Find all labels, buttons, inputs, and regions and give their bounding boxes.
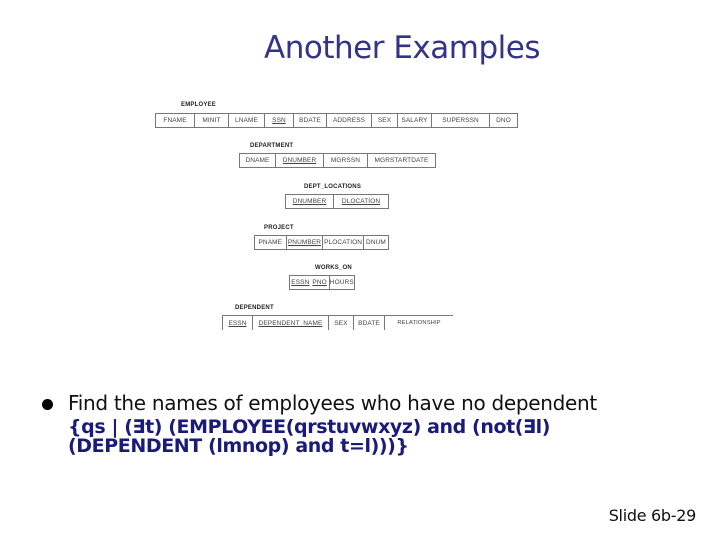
- attribute-dependent-name: DEPENDENT_NAME: [253, 316, 329, 330]
- attribute-bdate: BDATE: [294, 114, 327, 127]
- relation-table-employee: FNAME MINIT LNAME SSN BDATE ADDRESS SEX …: [155, 113, 518, 128]
- attribute-dno: DNO: [496, 117, 511, 124]
- relation-table-dependent: ESSN DEPENDENT_NAME SEX BDATE RELATIONSH…: [222, 315, 453, 330]
- attribute-bdate: BDATE: [354, 316, 385, 330]
- relation-name-project: PROJECT: [264, 225, 294, 231]
- tuple-calculus-formula: {qs | (∃t) (EMPLOYEE(qrstuvwxyz) and (no…: [68, 418, 550, 456]
- attribute-essn: ESSN: [223, 316, 253, 330]
- attribute-relationship: RELATIONSHIP: [397, 320, 441, 326]
- attribute-sex: SEX: [372, 114, 398, 127]
- attribute-dnumber: DNUMBER: [276, 154, 324, 167]
- relation-table-project: PNAME PNUMBER PLOCATION DNUM: [254, 235, 389, 250]
- bullet-text: Find the names of employees who have no …: [68, 391, 597, 415]
- slide-title: Another Examples: [264, 30, 540, 66]
- attribute-dnumber: DNUMBER: [286, 195, 334, 208]
- attribute-sex: SEX: [329, 316, 354, 330]
- attribute-minit: MINIT: [195, 114, 229, 127]
- attribute-fname: FNAME: [156, 114, 195, 127]
- attribute-pnumber: PNUMBER: [287, 236, 324, 249]
- slide-number: Slide 6b-29: [608, 506, 697, 525]
- relation-name-dept-locations: DEPT_LOCATIONS: [304, 184, 362, 190]
- attribute-pname: PNAME: [255, 236, 287, 249]
- relation-table-works-on: ESSN PNO HOURS: [289, 275, 355, 290]
- attribute-hours: HOURS: [329, 279, 354, 286]
- attribute-dlocation: DLOCATION: [341, 198, 381, 205]
- attribute-lname: LNAME: [229, 114, 265, 127]
- attribute-mgrstartdate: MGRSTARTDATE: [374, 157, 429, 164]
- attribute-superssn: SUPERSSN: [432, 114, 490, 127]
- relation-name-department: DEPARTMENT: [250, 143, 294, 149]
- attribute-essn: ESSN: [291, 279, 310, 286]
- attribute-mgrssn: MGRSSN: [324, 154, 368, 167]
- bullet-icon: [42, 399, 53, 410]
- attribute-ssn: SSN: [265, 114, 294, 127]
- attribute-dname: DNAME: [240, 154, 276, 167]
- attribute-address: ADDRESS: [327, 114, 372, 127]
- relation-name-works-on: WORKS_ON: [315, 265, 352, 271]
- attribute-pno: PNO: [311, 276, 330, 289]
- attribute-plocation: PLOCATION: [323, 236, 364, 249]
- relation-name-employee: EMPLOYEE: [181, 102, 216, 108]
- relation-table-department: DNAME DNUMBER MGRSSN MGRSTARTDATE: [239, 153, 436, 168]
- attribute-dnum: DNUM: [366, 239, 386, 246]
- attribute-salary: SALARY: [398, 114, 432, 127]
- formula-line-2: (DEPENDENT (lmnop) and t=l)))}: [68, 435, 409, 457]
- relation-table-dept-locations: DNUMBER DLOCATION: [285, 194, 389, 209]
- relation-name-dependent: DEPENDENT: [235, 305, 274, 311]
